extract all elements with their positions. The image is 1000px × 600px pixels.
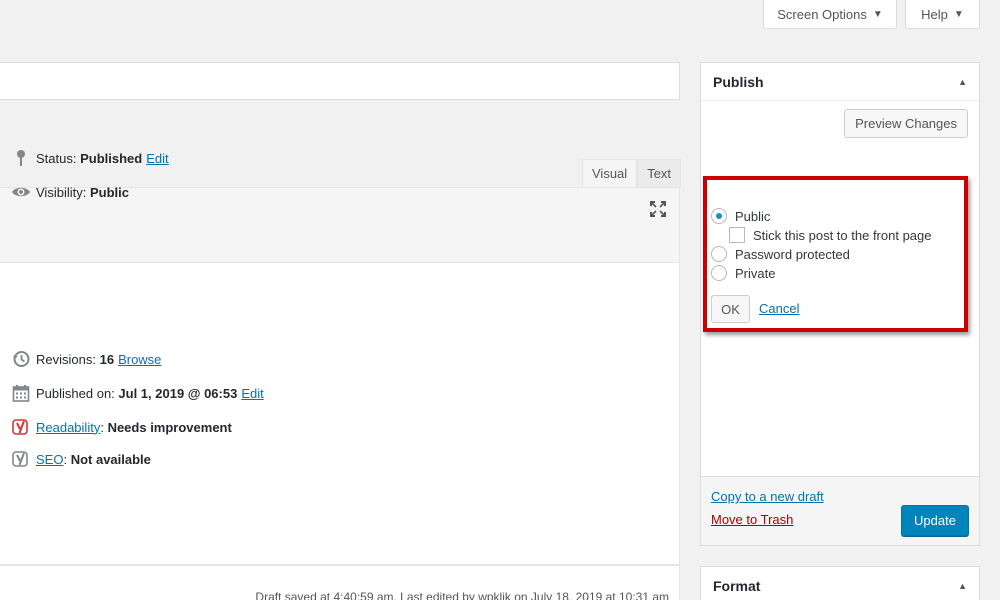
- readability-link[interactable]: Readability: [36, 420, 100, 435]
- published-value: Jul 1, 2019 @ 06:53: [118, 385, 238, 401]
- sticky-label: Stick this post to the front page: [753, 227, 932, 243]
- editor-tabs: Visual Text: [582, 159, 682, 187]
- calendar-icon: [11, 383, 31, 403]
- visibility-cancel-link[interactable]: Cancel: [759, 301, 799, 316]
- visibility-option-public[interactable]: Public: [711, 208, 770, 224]
- public-label: Public: [735, 208, 771, 224]
- publish-box-header[interactable]: Publish ▲: [701, 63, 979, 101]
- format-box-header[interactable]: Format ▲: [701, 567, 979, 600]
- caret-down-icon: ▼: [872, 8, 883, 20]
- help-button[interactable]: Help ▼: [905, 0, 980, 29]
- visibility-ok-button[interactable]: OK: [711, 295, 750, 323]
- revisions-row: Revisions: 16 Browse: [11, 349, 161, 369]
- sticky-option[interactable]: Stick this post to the front page: [729, 227, 932, 243]
- private-radio[interactable]: [711, 265, 727, 281]
- screen-options-button[interactable]: Screen Options ▼: [763, 0, 897, 29]
- visibility-value: Public: [89, 184, 129, 200]
- history-icon: [11, 349, 31, 369]
- public-radio[interactable]: [711, 208, 727, 224]
- private-label: Private: [735, 265, 776, 281]
- format-box: Format ▲: [700, 566, 980, 600]
- visibility-option-private[interactable]: Private: [711, 265, 775, 281]
- collapse-arrow-icon[interactable]: ▲: [958, 77, 967, 87]
- tab-visual[interactable]: Visual: [582, 159, 638, 187]
- format-box-title: Format: [713, 578, 761, 594]
- readability-row: Readability: Needs improvement: [11, 417, 232, 437]
- visibility-label: Visibility:: [36, 184, 87, 200]
- revisions-label: Revisions:: [36, 351, 96, 367]
- revisions-value: 16: [99, 351, 115, 367]
- readability-value: Needs improvement: [107, 419, 232, 435]
- pin-icon: [11, 148, 31, 168]
- status-value: Published: [80, 150, 143, 166]
- seo-link[interactable]: SEO: [36, 452, 63, 467]
- status-edit-link[interactable]: Edit: [146, 151, 168, 166]
- visibility-option-password[interactable]: Password protected: [711, 246, 850, 262]
- yoast-seo-icon: [11, 449, 31, 469]
- publish-box-title: Publish: [713, 73, 764, 90]
- fullscreen-icon[interactable]: [649, 200, 667, 218]
- visibility-row: Visibility: Public: [11, 182, 129, 202]
- password-radio[interactable]: [711, 246, 727, 262]
- yoast-readability-icon: [11, 417, 31, 437]
- editor-status-bar: Draft saved at 4:40:59 am. Last edited b…: [0, 565, 680, 600]
- eye-icon: [11, 182, 31, 202]
- status-row: Status: Published Edit: [11, 148, 169, 168]
- published-on-row: Published on: Jul 1, 2019 @ 06:53 Edit: [11, 383, 264, 403]
- screen-options-label: Screen Options: [777, 6, 867, 22]
- published-label: Published on:: [36, 385, 115, 401]
- help-label: Help: [921, 6, 948, 22]
- update-button[interactable]: Update: [901, 505, 969, 536]
- copy-to-draft-link[interactable]: Copy to a new draft: [711, 489, 824, 504]
- tab-text[interactable]: Text: [637, 159, 682, 187]
- revisions-browse-link[interactable]: Browse: [118, 352, 161, 367]
- seo-value: Not available: [70, 451, 151, 467]
- status-label: Status:: [36, 150, 77, 166]
- collapse-arrow-icon[interactable]: ▲: [958, 581, 967, 591]
- draft-status-text: Draft saved at 4:40:59 am. Last edited b…: [255, 590, 669, 600]
- sticky-checkbox[interactable]: [729, 227, 745, 243]
- editor-content-area[interactable]: [0, 263, 680, 565]
- preview-changes-button[interactable]: Preview Changes: [844, 109, 968, 138]
- move-to-trash-link[interactable]: Move to Trash: [711, 512, 793, 527]
- caret-down-icon: ▼: [953, 8, 964, 20]
- password-label: Password protected: [735, 246, 850, 262]
- seo-row: SEO: Not available: [11, 449, 151, 469]
- published-edit-link[interactable]: Edit: [241, 386, 263, 401]
- post-title-input[interactable]: [0, 62, 680, 100]
